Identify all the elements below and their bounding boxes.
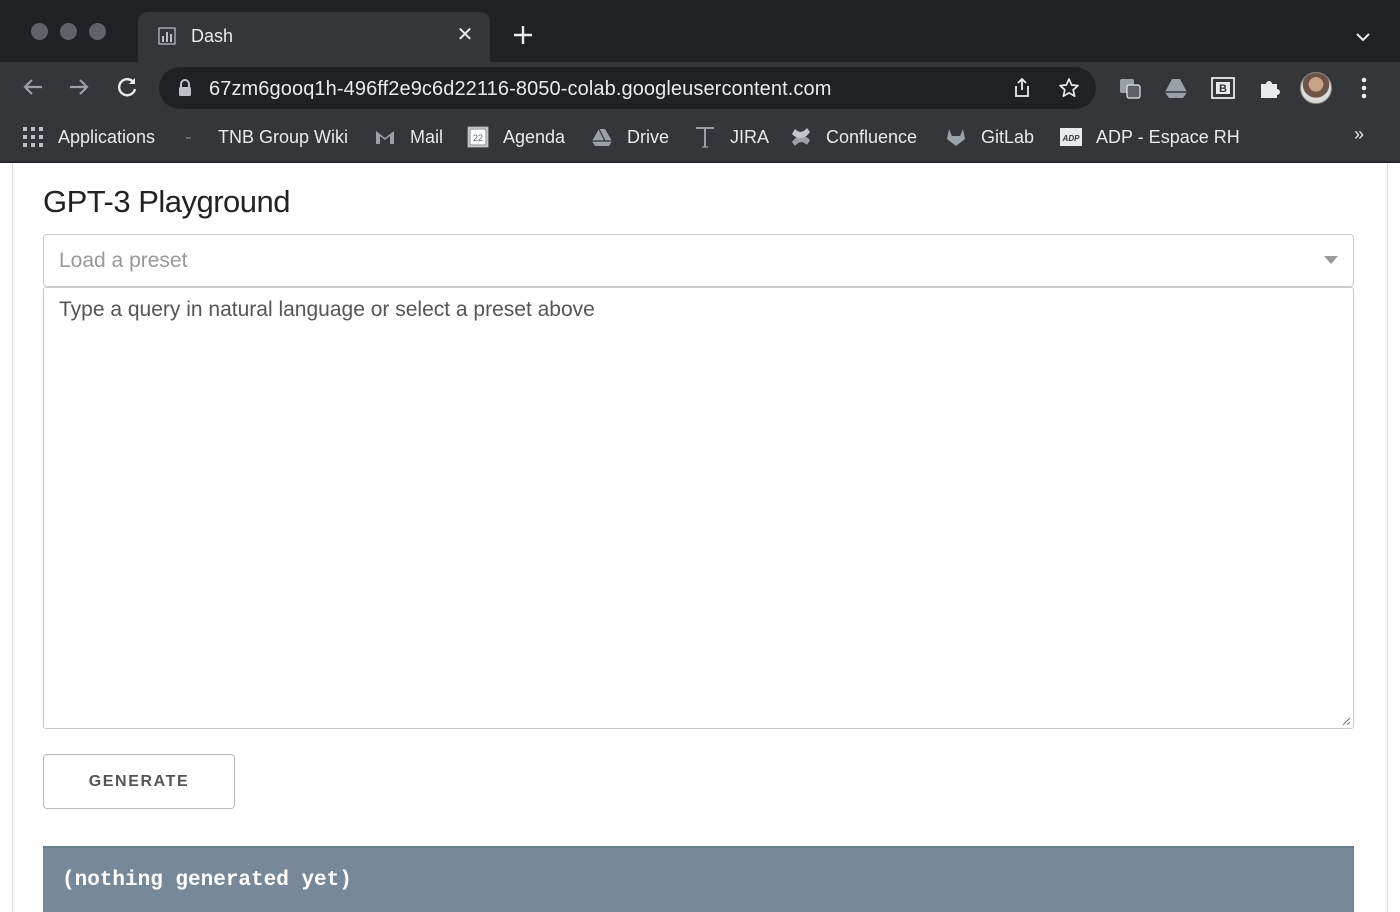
bookmark-label: ADP - Espace RH: [1096, 126, 1240, 147]
preset-placeholder: Load a preset: [59, 249, 188, 272]
bookmark-agenda[interactable]: 22 Agenda: [467, 125, 565, 149]
gitlab-icon: [947, 129, 965, 146]
adp-icon: ADP: [1060, 128, 1082, 146]
browser-toolbar: 67zm6gooq1h-496ff2e9c6d22116-8050-colab.…: [0, 62, 1400, 112]
new-tab-icon[interactable]: [510, 22, 536, 48]
bookmark-label: Agenda: [503, 126, 566, 147]
back-arrow-icon[interactable]: [20, 74, 46, 100]
bookmark-label: JIRA: [730, 126, 770, 147]
bookmark-star-icon[interactable]: [1057, 76, 1081, 100]
bookmark-drive[interactable]: Drive: [591, 125, 669, 149]
forward-arrow-icon[interactable]: [66, 74, 92, 100]
bookmark-applications[interactable]: Applications: [22, 125, 155, 149]
b-extension-icon[interactable]: B: [1210, 75, 1236, 101]
tab-title: Dash: [191, 26, 234, 46]
tab-dash[interactable]: Dash ✕: [138, 12, 490, 62]
query-textarea-wrapper: [43, 287, 1354, 729]
bookmark-adp-espace-rh[interactable]: ADP ADP - Espace RH: [1060, 125, 1240, 149]
output-text: (nothing generated yet): [62, 869, 352, 892]
tab-strip: Dash ✕: [0, 0, 1400, 62]
bookmarks-bar: Applications TNB Group Wiki Mail 22 Agen…: [0, 112, 1400, 162]
bookmark-confluence[interactable]: Confluence: [790, 125, 917, 149]
close-tab-icon[interactable]: ✕: [454, 24, 476, 46]
drive-icon: [592, 128, 612, 146]
svg-text:B: B: [1219, 83, 1227, 95]
more-bookmarks-chevron[interactable]: »: [1354, 124, 1364, 145]
lock-icon[interactable]: [177, 79, 193, 97]
extension-translate-icon[interactable]: [1117, 75, 1143, 101]
bookmark-tnb-group-wiki[interactable]: TNB Group Wiki: [182, 125, 348, 149]
calendar-day-number: 22: [473, 133, 483, 143]
resize-handle-icon[interactable]: [1341, 716, 1351, 726]
generate-button[interactable]: GENERATE: [43, 754, 235, 809]
page-title: GPT-3 Playground: [43, 184, 291, 219]
dash-chart-icon: [158, 27, 176, 45]
bookmark-jira[interactable]: JIRA: [694, 125, 769, 149]
bookmark-label: Drive: [627, 126, 670, 147]
query-textarea[interactable]: [44, 288, 1353, 728]
bookmark-label: GitLab: [981, 126, 1035, 147]
close-window-button[interactable]: [31, 23, 48, 40]
wiki-icon: [186, 137, 191, 139]
bookmark-label: TNB Group Wiki: [218, 126, 349, 147]
reload-icon[interactable]: [114, 74, 140, 100]
url-text[interactable]: 67zm6gooq1h-496ff2e9c6d22116-8050-colab.…: [209, 78, 832, 101]
output-panel: (nothing generated yet): [43, 846, 1354, 912]
maximize-window-button[interactable]: [89, 23, 106, 40]
jira-icon: [696, 127, 714, 148]
profile-avatar[interactable]: [1300, 72, 1332, 104]
preset-dropdown[interactable]: Load a preset: [43, 234, 1354, 287]
bookmark-label: Mail: [410, 126, 444, 147]
bookmark-mail[interactable]: Mail: [374, 125, 443, 149]
calendar-icon: 22: [467, 126, 489, 148]
share-icon[interactable]: [1010, 76, 1034, 100]
bookmark-label: Applications: [58, 126, 156, 147]
puzzle-extensions-icon[interactable]: [1257, 75, 1283, 101]
confluence-icon: [792, 128, 810, 146]
adp-logo-text: ADP: [1062, 134, 1081, 143]
bookmark-gitlab[interactable]: GitLab: [945, 125, 1034, 149]
chevron-down-icon[interactable]: [1352, 26, 1374, 48]
minimize-window-button[interactable]: [60, 23, 77, 40]
bookmark-label: Confluence: [826, 126, 918, 147]
more-vertical-icon[interactable]: [1352, 75, 1376, 101]
page-viewport: GPT-3 Playground Load a preset GENERATE …: [0, 163, 1400, 912]
drive-extension-icon[interactable]: [1163, 75, 1189, 101]
address-bar[interactable]: 67zm6gooq1h-496ff2e9c6d22116-8050-colab.…: [159, 67, 1096, 109]
gmail-icon: [376, 131, 394, 144]
apps-grid-icon: [23, 127, 43, 147]
caret-down-icon[interactable]: [1324, 256, 1338, 264]
